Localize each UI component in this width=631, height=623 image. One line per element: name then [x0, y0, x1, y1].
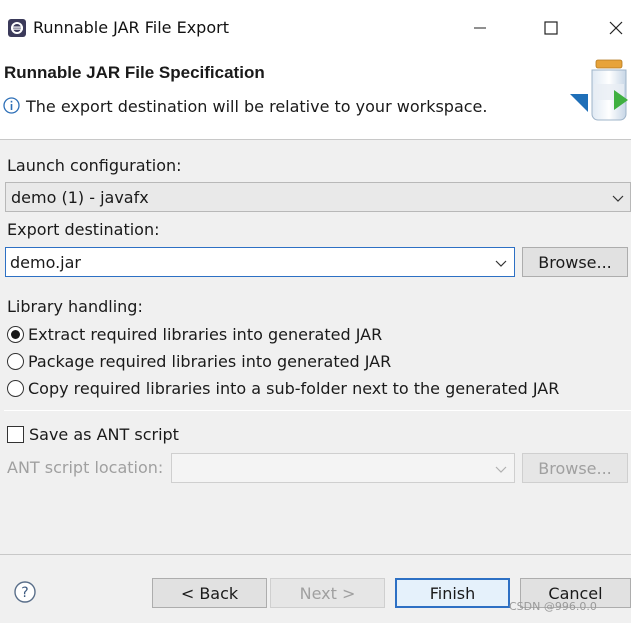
finish-button[interactable]: Finish [395, 578, 510, 608]
radio-copy-libraries[interactable]: Copy required libraries into a sub-folde… [7, 377, 559, 399]
section-divider [4, 410, 631, 411]
wizard-header: Runnable JAR File Specification The expo… [0, 56, 631, 140]
radio-button[interactable] [7, 379, 24, 397]
radio-label: Package required libraries into generate… [28, 351, 392, 371]
chevron-down-icon [612, 195, 624, 202]
close-button[interactable] [598, 10, 631, 46]
header-message: The export destination will be relative … [26, 97, 488, 116]
minimize-icon [474, 27, 486, 29]
radio-extract-libraries[interactable]: Extract required libraries into generate… [7, 323, 382, 345]
save-ant-script-checkbox[interactable] [7, 426, 24, 443]
page-title: Runnable JAR File Specification [4, 63, 265, 82]
window-title: Runnable JAR File Export [33, 18, 229, 37]
export-destination-value: demo.jar [10, 253, 82, 272]
maximize-icon [544, 21, 558, 35]
export-destination-label: Export destination: [7, 220, 160, 239]
library-handling-label: Library handling: [7, 297, 143, 316]
close-icon [609, 21, 623, 35]
radio-button-checked[interactable] [7, 325, 24, 343]
launch-config-label: Launch configuration: [7, 156, 182, 175]
watermark-text: CSDN @996.0.0 [509, 600, 597, 613]
back-button[interactable]: < Back [152, 578, 267, 608]
minimize-button[interactable] [462, 10, 498, 46]
launch-config-value: demo (1) - javafx [11, 188, 149, 207]
chevron-down-icon[interactable] [495, 257, 507, 269]
eclipse-app-icon [8, 19, 26, 37]
next-button[interactable]: Next > [270, 578, 385, 608]
jar-export-icon [570, 59, 628, 121]
title-bar: Runnable JAR File Export [0, 0, 631, 56]
ant-browse-button[interactable]: Browse... [522, 453, 628, 483]
export-destination-input[interactable]: demo.jar [5, 247, 515, 277]
info-icon [3, 97, 20, 114]
radio-button[interactable] [7, 352, 24, 370]
help-icon[interactable]: ? [14, 581, 36, 603]
ant-location-input[interactable] [171, 453, 515, 483]
svg-text:?: ? [21, 585, 28, 601]
maximize-button[interactable] [533, 10, 569, 46]
radio-label: Extract required libraries into generate… [28, 324, 383, 344]
radio-label: Copy required libraries into a sub-folde… [28, 378, 560, 398]
ant-location-label: ANT script location: [7, 458, 164, 477]
export-browse-button[interactable]: Browse... [522, 247, 628, 277]
launch-config-dropdown[interactable]: demo (1) - javafx [5, 182, 631, 212]
save-ant-script-label: Save as ANT script [29, 425, 179, 444]
chevron-down-icon [495, 466, 507, 473]
radio-package-libraries[interactable]: Package required libraries into generate… [7, 350, 391, 372]
footer-divider [0, 554, 631, 555]
